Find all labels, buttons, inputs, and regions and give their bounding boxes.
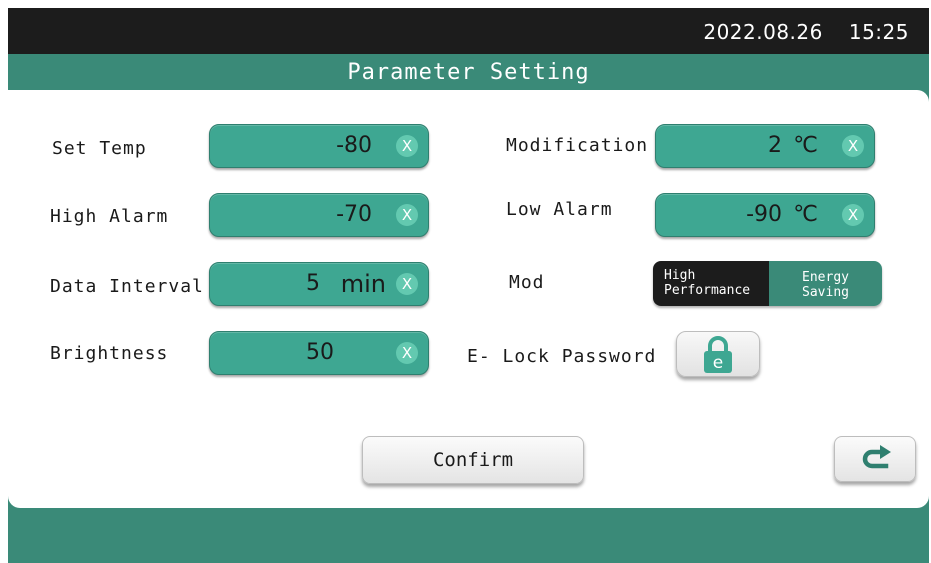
time-text: 15:25	[848, 20, 909, 44]
confirm-button[interactable]: Confirm	[362, 436, 584, 484]
high-alarm-label: High Alarm	[50, 206, 169, 227]
data-interval-value: 5	[306, 271, 320, 296]
status-bar: 2022.08.26 15:25	[8, 8, 929, 54]
elock-password-button[interactable]: e	[676, 331, 760, 377]
low-alarm-clear-button[interactable]: X	[842, 204, 864, 226]
date-text: 2022.08.26	[703, 20, 823, 44]
mode-option-energy-saving[interactable]: Energy Saving	[769, 261, 882, 306]
data-interval-label: Data Interval	[50, 276, 204, 297]
modification-field[interactable]: 2 ℃ X	[655, 124, 875, 168]
device-screen: 2022.08.26 15:25 Parameter Setting Set Te…	[8, 8, 929, 563]
datetime: 2022.08.26 15:25	[703, 20, 909, 44]
low-alarm-value: -90	[746, 202, 782, 227]
high-alarm-value: -70	[336, 202, 372, 227]
modification-clear-button[interactable]: X	[842, 135, 864, 157]
data-interval-clear-button[interactable]: X	[396, 273, 418, 295]
page-title: Parameter Setting	[347, 60, 590, 85]
mode-label: Mod	[509, 272, 545, 293]
set-temp-field[interactable]: -80 X	[209, 124, 429, 168]
set-temp-value: -80	[336, 133, 372, 158]
brightness-value: 50	[306, 340, 334, 365]
data-interval-field[interactable]: 5 min X	[209, 262, 429, 306]
elock-label: E- Lock Password	[467, 346, 657, 367]
mode-option-line: Saving	[802, 285, 849, 300]
return-button[interactable]	[834, 436, 916, 482]
mode-option-line: Performance	[664, 283, 751, 298]
mode-option-line: High	[664, 268, 696, 283]
low-alarm-label: Low Alarm	[506, 199, 613, 220]
mode-option-high-performance[interactable]: High Performance	[653, 261, 769, 306]
high-alarm-field[interactable]: -70 X	[209, 193, 429, 237]
mode-option-line: Energy	[802, 270, 849, 285]
settings-panel: Set Temp -80 X High Alarm -70 X Data Int…	[8, 90, 929, 508]
return-arrow-icon	[862, 445, 891, 469]
data-interval-unit: min	[340, 270, 386, 298]
brightness-clear-button[interactable]: X	[396, 342, 418, 364]
low-alarm-unit: ℃	[793, 202, 818, 227]
modification-label: Modification	[506, 135, 649, 156]
high-alarm-clear-button[interactable]: X	[396, 204, 418, 226]
modification-value: 2	[768, 133, 782, 158]
set-temp-label: Set Temp	[52, 138, 147, 159]
modification-unit: ℃	[793, 133, 818, 158]
brightness-field[interactable]: 50 X	[209, 331, 429, 375]
low-alarm-field[interactable]: -90 ℃ X	[655, 193, 875, 237]
lock-icon: e	[704, 336, 732, 373]
mode-toggle[interactable]: High Performance Energy Saving	[653, 261, 882, 306]
lock-letter: e	[713, 353, 723, 373]
brightness-label: Brightness	[50, 343, 169, 364]
set-temp-clear-button[interactable]: X	[396, 135, 418, 157]
